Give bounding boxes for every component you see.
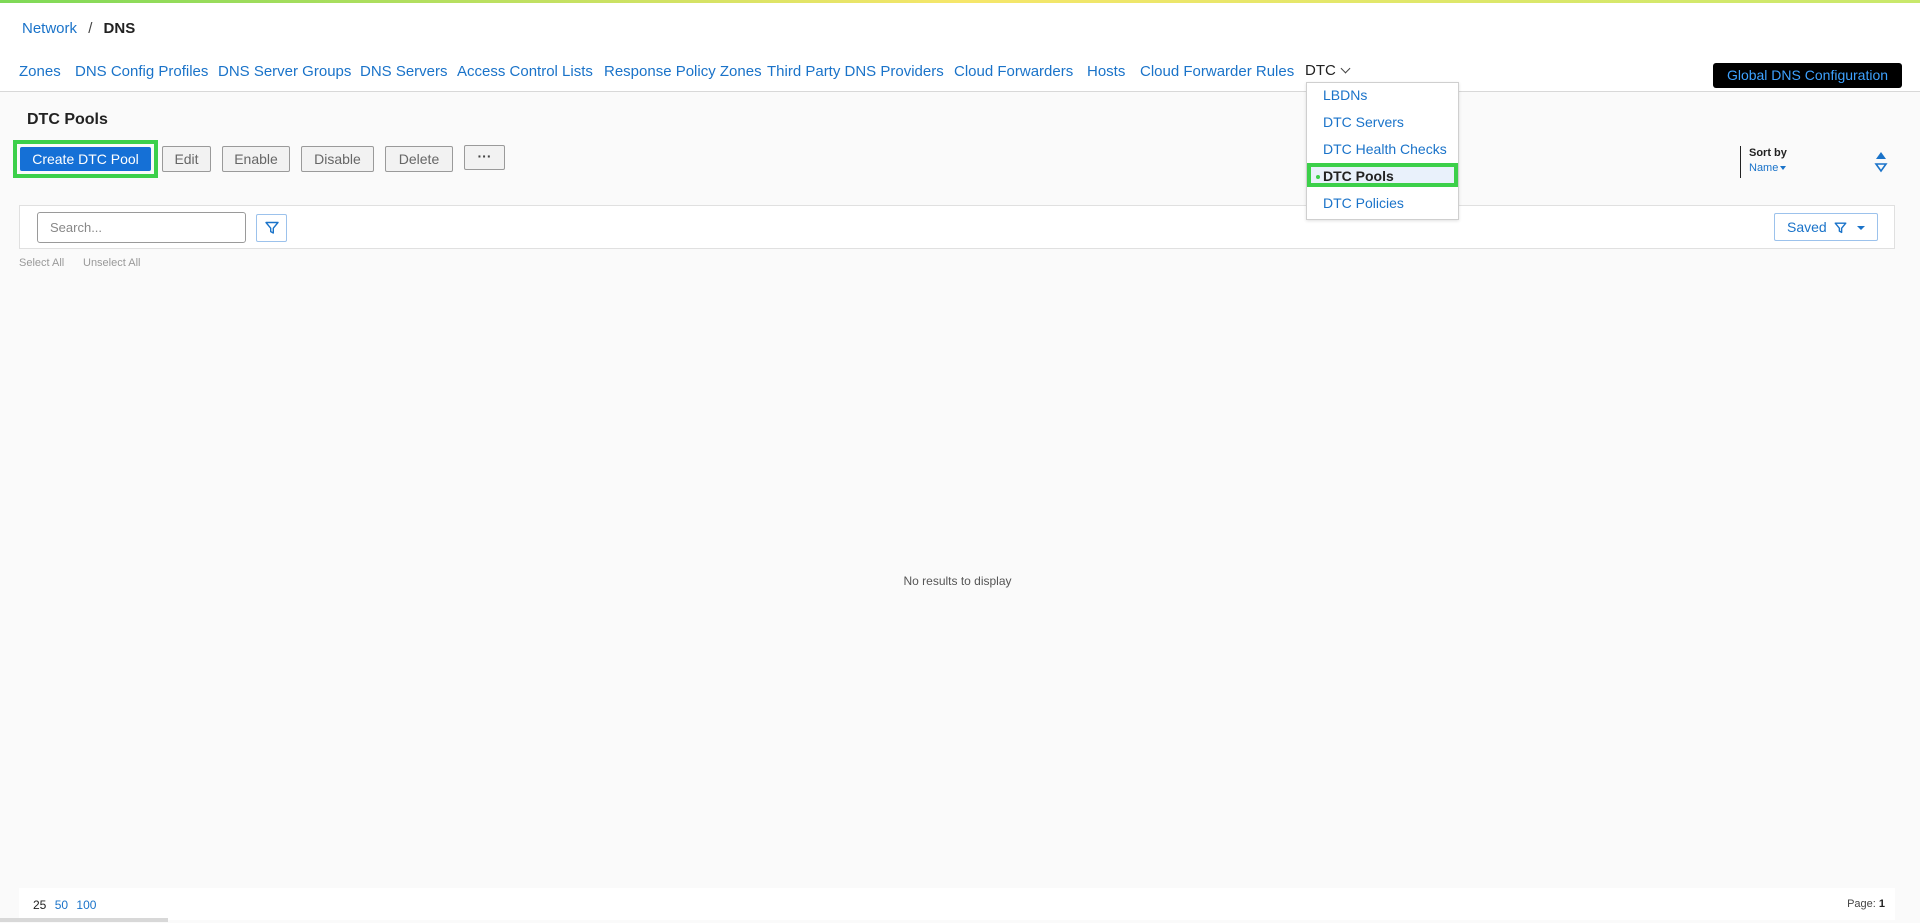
breadcrumb: Network / DNS — [22, 20, 135, 37]
page-size-25[interactable]: 25 — [33, 898, 46, 912]
tab-cloud-forwarders[interactable]: Cloud Forwarders — [954, 63, 1073, 80]
breadcrumb-network-link[interactable]: Network — [22, 20, 77, 37]
tab-access-control-lists[interactable]: Access Control Lists — [457, 63, 593, 80]
tab-dtc[interactable]: DTC — [1305, 62, 1351, 79]
dropdown-item-dtc-policies[interactable]: DTC Policies — [1323, 195, 1404, 211]
caret-down-icon — [1857, 226, 1865, 230]
edit-button[interactable]: Edit — [162, 146, 211, 172]
dropdown-item-dtc-pools-label: DTC Pools — [1323, 168, 1394, 184]
search-panel — [19, 205, 1895, 249]
global-dns-configuration-button[interactable]: Global DNS Configuration — [1713, 63, 1902, 88]
sort-field-value: Name — [1749, 162, 1779, 174]
filter-icon — [1834, 222, 1847, 234]
saved-filters-label: Saved — [1787, 219, 1827, 235]
sort-control: Sort by Name — [1740, 146, 1861, 178]
page-number: 1 — [1878, 898, 1885, 910]
tab-response-policy-zones[interactable]: Response Policy Zones — [604, 63, 762, 80]
dtc-dropdown-menu: LBDNs DTC Servers DTC Health Checks DTC … — [1306, 82, 1459, 220]
tab-dns-servers[interactable]: DNS Servers — [360, 63, 448, 80]
delete-button[interactable]: Delete — [385, 146, 453, 172]
page-label: Page: — [1847, 898, 1876, 910]
dropdown-item-lbdns[interactable]: LBDNs — [1323, 87, 1367, 103]
filter-icon — [265, 221, 279, 234]
page-size-selector: 25 50 100 — [33, 898, 101, 912]
search-input[interactable] — [37, 212, 246, 243]
horizontal-scrollbar[interactable] — [0, 918, 168, 922]
dropdown-item-dtc-pools[interactable]: DTC Pools — [1307, 163, 1458, 187]
page-size-100[interactable]: 100 — [76, 898, 96, 912]
dropdown-item-dtc-servers[interactable]: DTC Servers — [1323, 114, 1404, 130]
page-title: DTC Pools — [27, 111, 108, 128]
disable-button[interactable]: Disable — [301, 146, 374, 172]
filter-button[interactable] — [256, 214, 287, 242]
sort-label: Sort by — [1749, 147, 1787, 159]
chevron-down-icon — [1340, 63, 1351, 74]
unselect-all-link[interactable]: Unselect All — [83, 257, 140, 269]
tab-dns-server-groups[interactable]: DNS Server Groups — [218, 63, 351, 80]
select-all-link[interactable]: Select All — [19, 257, 64, 269]
active-dot-icon — [1316, 175, 1320, 179]
tab-zones[interactable]: Zones — [19, 63, 61, 80]
breadcrumb-current: DNS — [103, 20, 136, 37]
empty-state-message: No results to display — [903, 574, 1012, 588]
create-button-highlight: Create DTC Pool — [13, 140, 158, 178]
tab-dtc-label: DTC — [1305, 62, 1336, 79]
page-indicator: Page: 1 — [1847, 898, 1885, 910]
tab-hosts[interactable]: Hosts — [1087, 63, 1125, 80]
page-size-50[interactable]: 50 — [55, 898, 68, 912]
page-header: Network / DNS Zones DNS Config Profiles … — [0, 3, 1920, 92]
breadcrumb-separator: / — [88, 20, 93, 37]
enable-button[interactable]: Enable — [222, 146, 290, 172]
tab-cloud-forwarder-rules[interactable]: Cloud Forwarder Rules — [1140, 63, 1294, 80]
pagination-footer: 25 50 100 Page: 1 — [19, 888, 1895, 920]
create-dtc-pool-button[interactable]: Create DTC Pool — [20, 147, 151, 171]
tab-dns-config-profiles[interactable]: DNS Config Profiles — [75, 63, 208, 80]
sort-field-select[interactable]: Name — [1749, 162, 1787, 174]
tab-third-party-dns-providers[interactable]: Third Party DNS Providers — [767, 63, 944, 80]
sort-direction-icon[interactable] — [1874, 150, 1888, 174]
caret-down-icon — [1780, 166, 1787, 170]
saved-filters-button[interactable]: Saved — [1774, 213, 1878, 241]
dropdown-item-dtc-health-checks[interactable]: DTC Health Checks — [1323, 141, 1447, 157]
more-actions-button[interactable]: ··· — [464, 145, 505, 170]
